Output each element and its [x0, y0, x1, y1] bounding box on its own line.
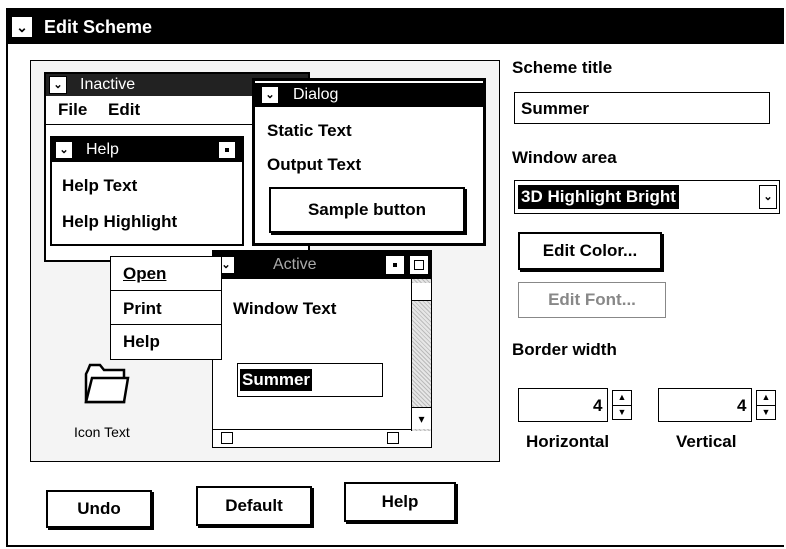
- vertical-down-icon[interactable]: ▼: [757, 406, 775, 420]
- horizontal-spin-buttons[interactable]: ▲ ▼: [612, 390, 632, 420]
- help-text: Help Text: [62, 176, 138, 195]
- help-minimize-icon: [218, 141, 236, 159]
- vertical-label: Vertical: [676, 432, 737, 451]
- help-title-bar: ⌄ Help: [52, 138, 242, 162]
- dialog-static-text: Static Text: [267, 121, 352, 140]
- window-area-label: Window area: [512, 148, 617, 167]
- preview-dialog-window: ⌄ Dialog Static Text Output Text Sample …: [252, 78, 486, 246]
- undo-button[interactable]: Undo: [46, 490, 152, 528]
- popup-menu-item-help: Help: [111, 326, 221, 359]
- horizontal-up-icon[interactable]: ▲: [613, 391, 631, 406]
- edit-color-button[interactable]: Edit Color...: [518, 232, 662, 270]
- undo-label: Undo: [77, 499, 121, 518]
- preview-active-window: ⌄ Active Window Text Summer ▾: [212, 250, 432, 448]
- menu-file: File: [58, 100, 88, 119]
- menu-edit: Edit: [108, 100, 141, 119]
- dialog-output-text: Output Text: [267, 155, 362, 174]
- title-bar[interactable]: ⌄ Edit Scheme: [8, 10, 784, 44]
- horizontal-label: Horizontal: [526, 432, 610, 451]
- default-label: Default: [225, 496, 283, 515]
- active-horizontal-scrollbar: [213, 429, 411, 447]
- active-maximize-icon: [409, 255, 429, 275]
- help-button[interactable]: Help: [344, 482, 456, 522]
- dialog-title: Dialog: [293, 86, 339, 103]
- sample-button: Sample button: [269, 187, 465, 233]
- help-title: Help: [86, 141, 119, 158]
- help-system-menu-icon: ⌄: [55, 141, 73, 159]
- active-minimize-icon: [385, 255, 405, 275]
- active-entry-field: Summer: [237, 363, 383, 397]
- vertical-value: 4: [737, 396, 747, 415]
- horizontal-down-icon[interactable]: ▼: [613, 406, 631, 420]
- vertical-spinbox[interactable]: 4: [658, 388, 752, 422]
- window-area-value: 3D Highlight Bright: [518, 185, 679, 209]
- popup-menu-open-label: Open: [123, 264, 167, 283]
- preview-popup-menu: Open Print Help: [110, 256, 222, 360]
- horizontal-value: 4: [593, 396, 603, 415]
- active-title: Active: [273, 256, 317, 273]
- popup-menu-help-label: Help: [123, 332, 160, 351]
- window-title: Edit Scheme: [44, 17, 153, 37]
- vertical-spin-buttons[interactable]: ▲ ▼: [756, 390, 776, 420]
- default-button[interactable]: Default: [196, 486, 312, 526]
- popup-menu-print-label: Print: [123, 299, 162, 318]
- edit-font-button: Edit Font...: [518, 282, 666, 318]
- active-window-text: Window Text: [233, 299, 337, 318]
- horizontal-spinbox[interactable]: 4: [518, 388, 608, 422]
- inactive-title: Inactive: [80, 76, 136, 93]
- icon-text-label: Icon Text: [74, 424, 130, 440]
- active-entry-selection: Summer: [240, 369, 313, 391]
- vertical-up-icon[interactable]: ▲: [757, 391, 775, 406]
- preview-help-window: ⌄ Help Help Text Help Highlight: [50, 136, 244, 246]
- dialog-title-bar: ⌄ Dialog: [255, 83, 483, 107]
- active-title-bar: ⌄ Active: [213, 251, 431, 279]
- border-width-label: Border width: [512, 340, 617, 359]
- scroll-down-icon: ▾: [412, 407, 431, 429]
- window-area-select[interactable]: 3D Highlight Bright ⌄: [514, 180, 780, 214]
- window-area-dropdown-icon[interactable]: ⌄: [759, 185, 777, 209]
- active-vertical-scrollbar: ▾: [411, 279, 431, 431]
- system-menu-icon[interactable]: ⌄: [11, 16, 33, 38]
- popup-menu-item-print: Print: [111, 292, 221, 325]
- help-highlight: Help Highlight: [62, 212, 178, 231]
- help-label: Help: [381, 492, 419, 511]
- popup-menu-item-open: Open: [111, 257, 221, 291]
- folder-icon: [84, 362, 130, 404]
- scheme-title-value: Summer: [521, 99, 590, 118]
- inactive-system-menu-icon: ⌄: [49, 76, 67, 94]
- dialog-system-menu-icon: ⌄: [261, 86, 279, 104]
- scheme-title-label: Scheme title: [512, 58, 613, 77]
- scheme-title-input[interactable]: Summer: [514, 92, 770, 124]
